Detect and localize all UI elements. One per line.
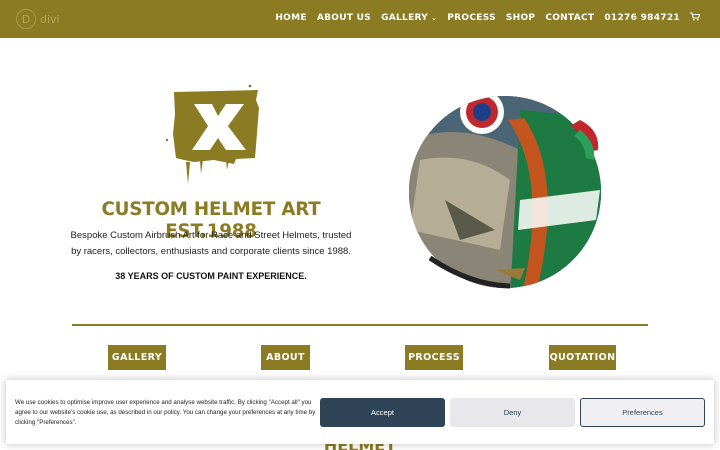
cta-buttons: GALLERY ABOUT PROCESS QUOTATION: [0, 345, 720, 371]
hero-description: Bespoke Custom Airbrush Art for Race and…: [70, 230, 352, 257]
cookie-banner: We use cookies to optimise improve user …: [6, 380, 714, 444]
cookie-preferences-button[interactable]: Preferences: [580, 398, 705, 427]
about-button[interactable]: ABOUT: [261, 345, 310, 370]
cookie-text: We use cookies to optimise improve user …: [15, 399, 316, 426]
nav-phone[interactable]: 01276 984721: [604, 13, 680, 23]
section-divider: [72, 324, 648, 326]
main-nav: HOME ABOUT US GALLERY ⌄ PROCESS SHOP CONT…: [275, 12, 701, 23]
nav-contact[interactable]: CONTACT: [545, 13, 594, 23]
site-logo[interactable]: D divi: [16, 9, 60, 29]
quotation-button[interactable]: QUOTATION: [549, 345, 616, 370]
page: D divi HOME ABOUT US GALLERY ⌄ PROCESS SH…: [0, 0, 720, 450]
cart-icon[interactable]: [690, 12, 701, 23]
site-header: D divi HOME ABOUT US GALLERY ⌄ PROCESS SH…: [0, 0, 720, 38]
chevron-down-icon: ⌄: [431, 13, 438, 22]
hero-years: 38 YEARS OF CUSTOM PAINT EXPERIENCE.: [115, 271, 307, 281]
nav-shop[interactable]: SHOP: [506, 13, 535, 23]
nav-about-us[interactable]: ABOUT US: [317, 13, 371, 23]
logo-text: divi: [40, 12, 60, 26]
gallery-button[interactable]: GALLERY: [108, 345, 166, 370]
nav-gallery-label: GALLERY: [381, 12, 429, 23]
nav-process[interactable]: PROCESS: [447, 13, 496, 23]
accept-cookies-button[interactable]: Accept: [320, 398, 445, 427]
brand-x-badge: [164, 84, 262, 190]
nav-gallery[interactable]: GALLERY ⌄: [381, 13, 437, 23]
process-button[interactable]: PROCESS: [405, 345, 463, 370]
nav-home[interactable]: HOME: [275, 13, 307, 23]
logo-mark: D: [16, 9, 36, 29]
helmet-image: [400, 80, 622, 302]
deny-cookies-button[interactable]: Deny: [450, 398, 575, 427]
